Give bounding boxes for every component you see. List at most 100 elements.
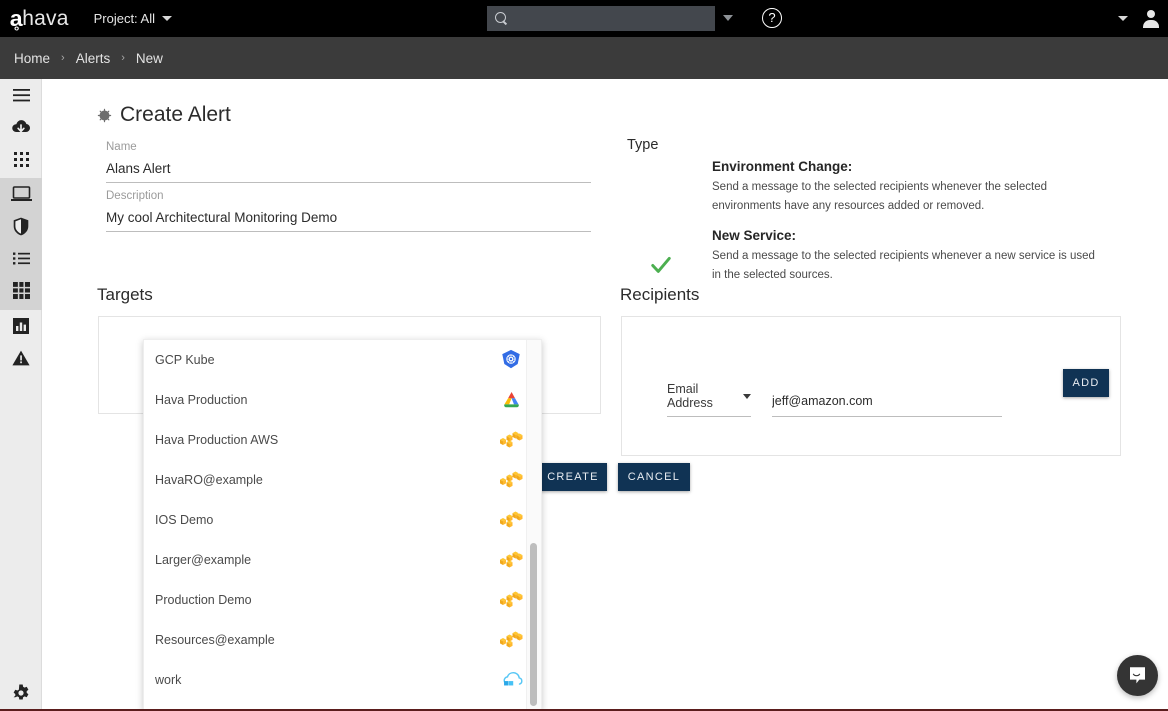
kubernetes-icon <box>502 349 520 369</box>
search-input[interactable] <box>515 11 715 26</box>
aws-icon <box>499 428 523 452</box>
dropdown-option[interactable]: Larger@example <box>144 540 541 580</box>
grid-apps-icon <box>13 151 29 167</box>
dropdown-option[interactable]: IOS Demo <box>144 500 541 540</box>
sidebar-rail <box>0 79 42 711</box>
aws-icon <box>500 591 523 608</box>
top-bar-right <box>1118 0 1160 37</box>
targets-dropdown-list: GCP Kube Hava Production Hava Production A… <box>144 340 541 700</box>
name-field-label: Name <box>106 141 137 153</box>
dropdown-option-label: Hava Production <box>155 393 248 407</box>
targets-dropdown[interactable]: GCP Kube Hava Production Hava Production A… <box>143 339 542 710</box>
type-option-environment-change[interactable]: Environment Change: Send a message to th… <box>712 159 1112 216</box>
aws-icon <box>499 468 523 492</box>
dropdown-option[interactable]: Production Demo <box>144 580 541 620</box>
type-option-title: Environment Change: <box>712 159 853 174</box>
breadcrumb-separator: › <box>121 52 125 64</box>
sidebar-item-reports[interactable] <box>0 310 42 342</box>
help-icon[interactable]: ? <box>762 8 782 28</box>
dropdown-option-label: Larger@example <box>155 553 252 567</box>
dropdown-scrollbar-thumb[interactable] <box>530 543 537 706</box>
search-icon <box>495 12 508 25</box>
aws-icon <box>500 551 523 568</box>
recipient-type-value: Email Address <box>667 382 713 410</box>
aws-icon <box>500 431 523 448</box>
dropdown-option[interactable]: Hava Production <box>144 380 541 420</box>
type-option-description: Send a message to the selected recipient… <box>712 181 1047 212</box>
name-field-group: Name <box>106 141 591 183</box>
dropdown-option-label: Resources@example <box>155 633 275 647</box>
dropdown-option-label: work <box>155 673 182 687</box>
dropdown-option[interactable]: Resources@example <box>144 620 541 660</box>
search-scope-chevron-down-icon[interactable] <box>723 15 733 21</box>
recipient-email-input[interactable] <box>772 394 1002 408</box>
project-selector[interactable]: Project: All <box>94 11 173 26</box>
kubernetes-icon <box>499 348 523 372</box>
main-content: Create Alert Name Description Type Envir… <box>42 79 1168 711</box>
add-recipient-button[interactable]: ADD <box>1063 369 1109 397</box>
messenger-launcher[interactable] <box>1117 655 1158 696</box>
sidebar-item-environments[interactable] <box>0 178 42 210</box>
azure-icon <box>499 668 523 692</box>
sidebar-item-alerts[interactable] <box>0 342 42 374</box>
page-title-text: Create Alert <box>120 103 231 126</box>
dropdown-option[interactable]: work <box>144 660 541 700</box>
recipient-type-select[interactable]: Email Address <box>667 382 751 417</box>
gcp-cloud-icon <box>503 392 519 408</box>
aws-icon <box>499 588 523 612</box>
user-avatar-icon[interactable] <box>1142 9 1160 28</box>
recipients-panel: Email Address ADD <box>621 316 1121 456</box>
aws-icon <box>499 508 523 532</box>
type-heading: Type <box>627 137 659 153</box>
sidebar-item-settings[interactable] <box>0 677 42 709</box>
name-input[interactable] <box>106 161 591 183</box>
alert-triangle-icon <box>12 350 30 366</box>
sidebar-item-tables[interactable] <box>0 274 42 306</box>
sidebar-item-menu[interactable] <box>0 79 42 111</box>
breadcrumb-item-home[interactable]: Home <box>14 51 50 66</box>
menu-icon <box>12 88 30 101</box>
dropdown-option[interactable]: Hava Production AWS <box>144 420 541 460</box>
account-chevron-down-icon[interactable] <box>1118 16 1128 21</box>
table-grid-icon <box>12 281 30 299</box>
description-input[interactable] <box>106 210 591 232</box>
description-field-label: Description <box>106 190 164 202</box>
check-icon <box>651 256 671 273</box>
recipient-email-wrap <box>772 392 1002 417</box>
sidebar-item-apps[interactable] <box>0 143 42 175</box>
page-title: Create Alert <box>97 103 231 127</box>
sidebar-item-lists[interactable] <box>0 242 42 274</box>
chevron-down-icon <box>743 393 751 399</box>
breadcrumb-separator: › <box>61 52 65 64</box>
alert-bell-icon <box>97 108 112 122</box>
aws-icon <box>500 631 523 648</box>
sidebar-item-security[interactable] <box>0 210 42 242</box>
cloud-download-icon <box>12 120 31 133</box>
dropdown-option[interactable]: HavaRO@example <box>144 460 541 500</box>
dropdown-option-label: GCP Kube <box>155 353 215 367</box>
breadcrumb-item-new: New <box>135 50 163 66</box>
type-options: Environment Change: Send a message to th… <box>651 159 1112 297</box>
description-field-group: Description <box>106 190 591 232</box>
brand-logo[interactable]: ḁ hava <box>10 7 69 31</box>
gcp-cloud-icon <box>499 388 523 412</box>
logo-mark-icon: ḁ <box>9 5 23 31</box>
breadcrumb: Home › Alerts › New <box>0 37 1168 79</box>
type-option-new-service[interactable]: New Service: Send a message to the selec… <box>651 228 1112 285</box>
chevron-down-icon <box>162 16 173 21</box>
dropdown-option-label: IOS Demo <box>155 513 214 527</box>
sidebar-item-import[interactable] <box>0 111 42 143</box>
breadcrumb-item-alerts[interactable]: Alerts <box>76 51 111 66</box>
recipients-heading: Recipients <box>620 285 700 304</box>
azure-icon <box>503 671 523 685</box>
global-search[interactable] <box>487 6 715 31</box>
cancel-button[interactable]: CANCEL <box>618 463 690 491</box>
aws-icon <box>499 548 523 572</box>
shield-icon <box>13 217 29 235</box>
list-icon <box>12 252 30 264</box>
dropdown-option-label: HavaRO@example <box>155 473 263 487</box>
bar-chart-icon <box>13 318 29 334</box>
aws-icon <box>500 511 523 528</box>
dropdown-option[interactable]: GCP Kube <box>144 340 541 380</box>
create-button[interactable]: CREATE <box>539 463 607 491</box>
